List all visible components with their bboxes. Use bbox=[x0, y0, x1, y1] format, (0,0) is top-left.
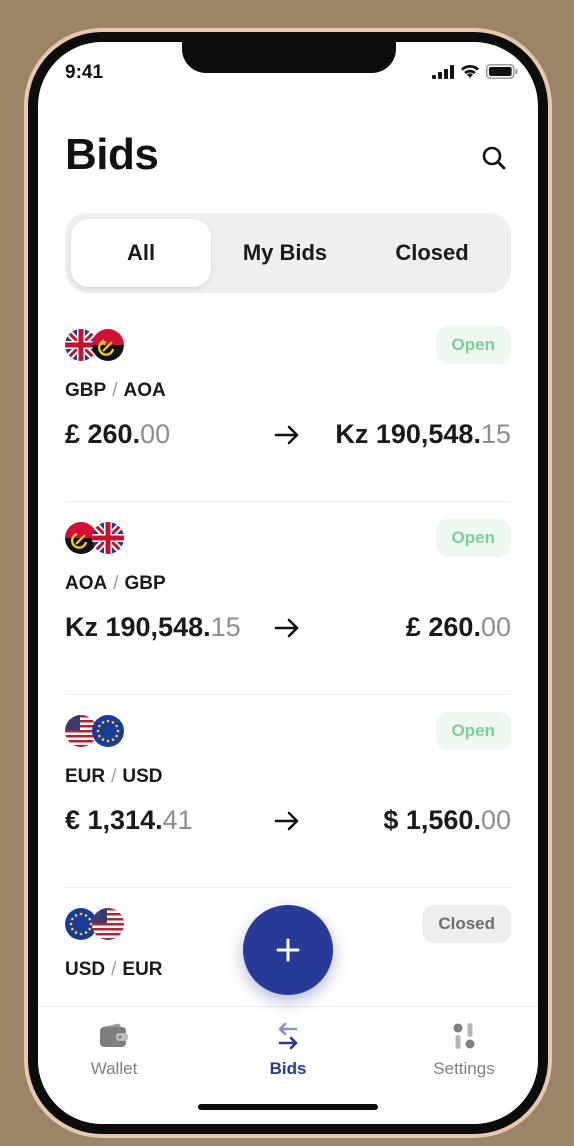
tab-bids-label: Bids bbox=[269, 1059, 307, 1078]
tab-settings[interactable]: Settings bbox=[404, 1019, 524, 1079]
wifi-icon bbox=[461, 64, 479, 78]
angola-flag-icon bbox=[92, 329, 124, 361]
pair-separator: / bbox=[113, 573, 119, 594]
currency-pair: AOA / GBP bbox=[65, 573, 166, 595]
arrow-right-icon bbox=[274, 811, 299, 831]
status-time: 9:41 bbox=[65, 62, 104, 83]
status-badge: Open bbox=[435, 712, 511, 750]
us-flag-icon bbox=[92, 908, 124, 940]
settings-sliders-icon bbox=[453, 1023, 475, 1049]
from-amount-main: Kz 190,548. bbox=[65, 612, 211, 642]
currency-flags bbox=[65, 715, 125, 747]
notch bbox=[182, 42, 396, 73]
from-amount: Kz 190,548.15 bbox=[65, 612, 241, 643]
search-icon bbox=[482, 146, 506, 170]
pair-separator: / bbox=[112, 380, 118, 401]
to-amount-decimals: 15 bbox=[480, 419, 511, 449]
signal-icon bbox=[432, 64, 454, 79]
tab-wallet-label: Wallet bbox=[90, 1059, 138, 1078]
to-amount-decimals: 00 bbox=[480, 612, 511, 642]
from-amount-decimals: 00 bbox=[140, 419, 171, 449]
from-currency: USD bbox=[65, 959, 106, 980]
to-amount: $ 1,560.00 bbox=[383, 805, 511, 836]
bid-card[interactable]: Open GBP / AOA £ 260.00 Kz 190,548.15 bbox=[65, 309, 511, 502]
currency-flags bbox=[65, 329, 125, 361]
segment-all[interactable]: All bbox=[71, 219, 211, 287]
to-amount: Kz 190,548.15 bbox=[335, 419, 511, 450]
app-screen: 9:41 Bids All My Bids Closed Open GBP / … bbox=[38, 42, 538, 1124]
plus-icon bbox=[276, 938, 300, 962]
segment-my-bids[interactable]: My Bids bbox=[215, 219, 355, 287]
segment-closed[interactable]: Closed bbox=[359, 219, 505, 287]
from-amount: € 1,314.41 bbox=[65, 805, 193, 836]
to-currency: USD bbox=[122, 766, 163, 787]
bid-filter-segmented-control: All My Bids Closed bbox=[65, 213, 511, 293]
to-amount-main: £ 260. bbox=[405, 612, 481, 642]
from-amount: £ 260.00 bbox=[65, 419, 170, 450]
uk-flag-icon bbox=[92, 522, 124, 554]
tab-bids[interactable]: Bids bbox=[228, 1019, 348, 1079]
status-badge: Open bbox=[435, 326, 511, 364]
bid-card[interactable]: Open AOA / GBP Kz 190,548.15 £ 260.00 bbox=[65, 502, 511, 695]
currency-pair: USD / EUR bbox=[65, 959, 163, 981]
currency-flags bbox=[65, 908, 125, 940]
add-bid-button[interactable] bbox=[243, 905, 333, 995]
status-badge: Closed bbox=[422, 905, 511, 943]
swap-arrows-icon bbox=[278, 1022, 298, 1050]
home-indicator bbox=[198, 1104, 378, 1110]
currency-pair: EUR / USD bbox=[65, 766, 163, 788]
from-amount-main: £ 260. bbox=[65, 419, 141, 449]
tab-wallet[interactable]: Wallet bbox=[54, 1019, 174, 1079]
to-amount-main: $ 1,560. bbox=[383, 805, 481, 835]
status-icons bbox=[432, 64, 518, 79]
to-amount-decimals: 00 bbox=[480, 805, 511, 835]
tab-settings-label: Settings bbox=[433, 1059, 495, 1078]
from-currency: EUR bbox=[65, 766, 106, 787]
from-currency: AOA bbox=[65, 573, 108, 594]
bid-card[interactable]: Open EUR / USD € 1,314.41 $ 1,560.00 bbox=[65, 695, 511, 888]
battery-icon bbox=[486, 64, 518, 79]
currency-pair: GBP / AOA bbox=[65, 380, 166, 402]
arrow-right-icon bbox=[274, 618, 299, 638]
eu-flag-icon bbox=[92, 715, 124, 747]
from-amount-decimals: 15 bbox=[210, 612, 241, 642]
to-amount-main: Kz 190,548. bbox=[335, 419, 481, 449]
arrow-right-icon bbox=[274, 425, 299, 445]
pair-separator: / bbox=[111, 766, 117, 787]
to-currency: EUR bbox=[122, 959, 163, 980]
from-amount-decimals: 41 bbox=[162, 805, 193, 835]
page-title: Bids bbox=[65, 130, 159, 179]
status-badge: Open bbox=[435, 519, 511, 557]
wallet-icon bbox=[100, 1023, 128, 1047]
from-currency: GBP bbox=[65, 380, 107, 401]
to-currency: GBP bbox=[124, 573, 166, 594]
search-button[interactable] bbox=[480, 144, 508, 172]
to-currency: AOA bbox=[123, 380, 166, 401]
pair-separator: / bbox=[111, 959, 117, 980]
to-amount: £ 260.00 bbox=[406, 612, 511, 643]
currency-flags bbox=[65, 522, 125, 554]
from-amount-main: € 1,314. bbox=[65, 805, 163, 835]
